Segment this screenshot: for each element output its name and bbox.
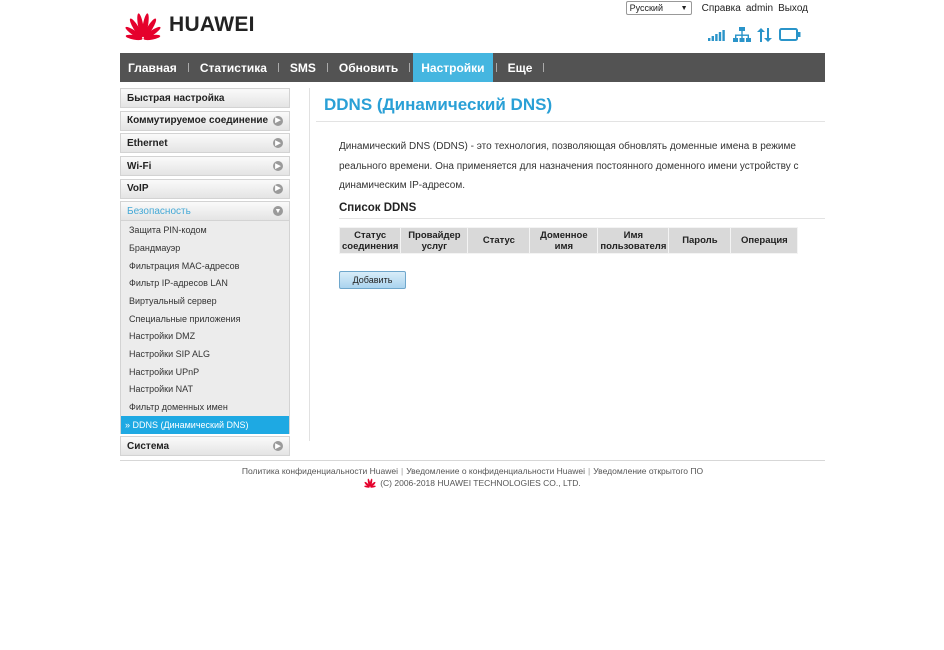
security-submenu: Защита PIN-кодом Брандмауэр Фильтрация M… [120,221,290,434]
column-header-provider: Провайдер услуг [400,227,469,254]
nav-settings[interactable]: Настройки [413,53,493,82]
help-link[interactable]: Справка [702,3,741,14]
top-links: Русский ▼ Справка admin Выход [625,1,808,15]
open-source-notice-link[interactable]: Уведомление открытого ПО [593,466,703,476]
column-header-password: Пароль [668,227,732,254]
copyright-text: (C) 2006-2018 HUAWEI TECHNOLOGIES CO., L… [380,477,581,488]
nav-update[interactable]: Обновить [331,53,406,82]
submenu-item-mac-filter[interactable]: Фильтрация MAC-адресов [121,257,289,275]
nav-separator [409,63,411,72]
huawei-logo: HUAWEI [123,9,255,41]
submenu-item-sip-alg[interactable]: Настройки SIP ALG [121,345,289,363]
user-name: admin [745,2,774,14]
sidebar-item-label: Быстрая настройка [127,92,225,104]
nav-separator [495,63,497,72]
submenu-item-virtual-server[interactable]: Виртуальный сервер [121,292,289,310]
submenu-item-pin-protection[interactable]: Защита PIN-кодом [121,221,289,239]
chevron-right-icon: ▶ [273,441,283,452]
sidebar-item-wifi[interactable]: Wi-Fi ▶ [120,156,290,177]
chevron-right-icon: ▶ [273,138,283,149]
chevron-right-icon: ▶ [273,115,283,126]
huawei-petals-icon [125,13,161,41]
sidebar-item-label: VoIP [127,183,149,195]
sidebar-item-label: Коммутируемое соединение [127,115,269,127]
chevron-right-icon: ▶ [273,161,283,172]
active-marker-icon: » [125,419,133,430]
sidebar-item-label: Wi-Fi [127,160,152,172]
sidebar-item-label: Безопасность [127,205,191,217]
sidebar-item-security[interactable]: Безопасность ▼ [120,201,290,222]
nav-more[interactable]: Еще [500,53,541,82]
page-title: DDNS (Динамический DNS) [324,95,553,114]
submenu-item-firewall[interactable]: Брандмауэр [121,239,289,257]
submenu-item-dmz[interactable]: Настройки DMZ [121,328,289,346]
table-header-row: Статус соединения Провайдер услуг Статус… [338,227,799,254]
nav-home[interactable]: Главная [120,53,185,82]
nav-separator [326,63,328,72]
sidebar: Быстрая настройка Коммутируемое соединен… [120,88,290,459]
sidebar-item-label: Система [127,440,170,452]
footer-separator: | [588,466,591,476]
footer-separator: | [400,466,404,476]
list-divider [339,218,825,219]
column-header-username: Имя пользователя [597,227,670,254]
content-divider [309,88,310,441]
logout-link[interactable]: Выход [778,3,808,14]
submenu-item-domain-filter[interactable]: Фильтр доменных имен [121,398,289,416]
signal-strength-icon [708,30,725,41]
footer-divider [120,460,825,461]
column-header-operation: Операция [730,227,799,254]
sidebar-item-voip[interactable]: VoIP ▶ [120,178,290,199]
chevron-right-icon: ▶ [273,183,283,194]
submenu-item-nat[interactable]: Настройки NAT [121,381,289,399]
nav-sms[interactable]: SMS [282,53,324,82]
dropdown-arrow-icon: ▼ [680,4,688,12]
nav-separator [277,63,279,72]
language-select-value: Русский [629,3,663,13]
submenu-item-lan-ip-filter[interactable]: Фильтр IP-адресов LAN [121,275,289,293]
copyright: (C) 2006-2018 HUAWEI TECHNOLOGIES CO., L… [0,477,944,488]
sidebar-item-dialup[interactable]: Коммутируемое соединение ▶ [120,110,290,131]
title-divider [316,121,825,122]
sidebar-item-system[interactable]: Система ▶ [120,436,290,457]
main-nav: Главная Статистика SMS Обновить Настройк… [120,53,825,82]
footer-links: Политика конфиденциальности Huawei | Уведо… [120,466,825,476]
privacy-notice-link[interactable]: Уведомление о конфиденциальности Huawei [406,466,585,476]
ddns-table: Статус соединения Провайдер услуг Статус… [338,227,799,254]
column-header-domain-name: Доменное имя [529,227,599,254]
column-header-status: Статус [467,227,531,254]
huawei-small-logo-icon [364,478,376,488]
display-icon [779,28,801,41]
sidebar-item-ethernet[interactable]: Ethernet ▶ [120,133,290,154]
status-icons [708,27,801,43]
submenu-item-label: DDNS (Динамический DNS) [132,419,249,430]
chevron-down-icon: ▼ [273,206,283,217]
brand-name: HUAWEI [169,13,255,36]
data-transfer-icon [757,28,772,42]
add-button[interactable]: Добавить [339,271,406,289]
sidebar-item-label: Ethernet [127,137,168,149]
sidebar-item-quick-setup[interactable]: Быстрая настройка [120,88,290,108]
network-icon [733,27,751,42]
submenu-item-special-apps[interactable]: Специальные приложения [121,310,289,328]
ddns-list-title: Список DDNS [339,202,417,214]
privacy-policy-link[interactable]: Политика конфиденциальности Huawei [242,466,398,476]
submenu-item-ddns[interactable]: » DDNS (Динамический DNS) [121,416,289,434]
nav-statistics[interactable]: Статистика [192,53,275,82]
nav-separator [543,63,545,72]
page-description: Динамический DNS (DDNS) - это технология… [339,141,799,191]
column-header-connection-status: Статус соединения [338,227,402,254]
nav-separator [187,63,189,72]
language-select[interactable]: Русский ▼ [625,1,692,15]
submenu-item-upnp[interactable]: Настройки UPnP [121,363,289,381]
